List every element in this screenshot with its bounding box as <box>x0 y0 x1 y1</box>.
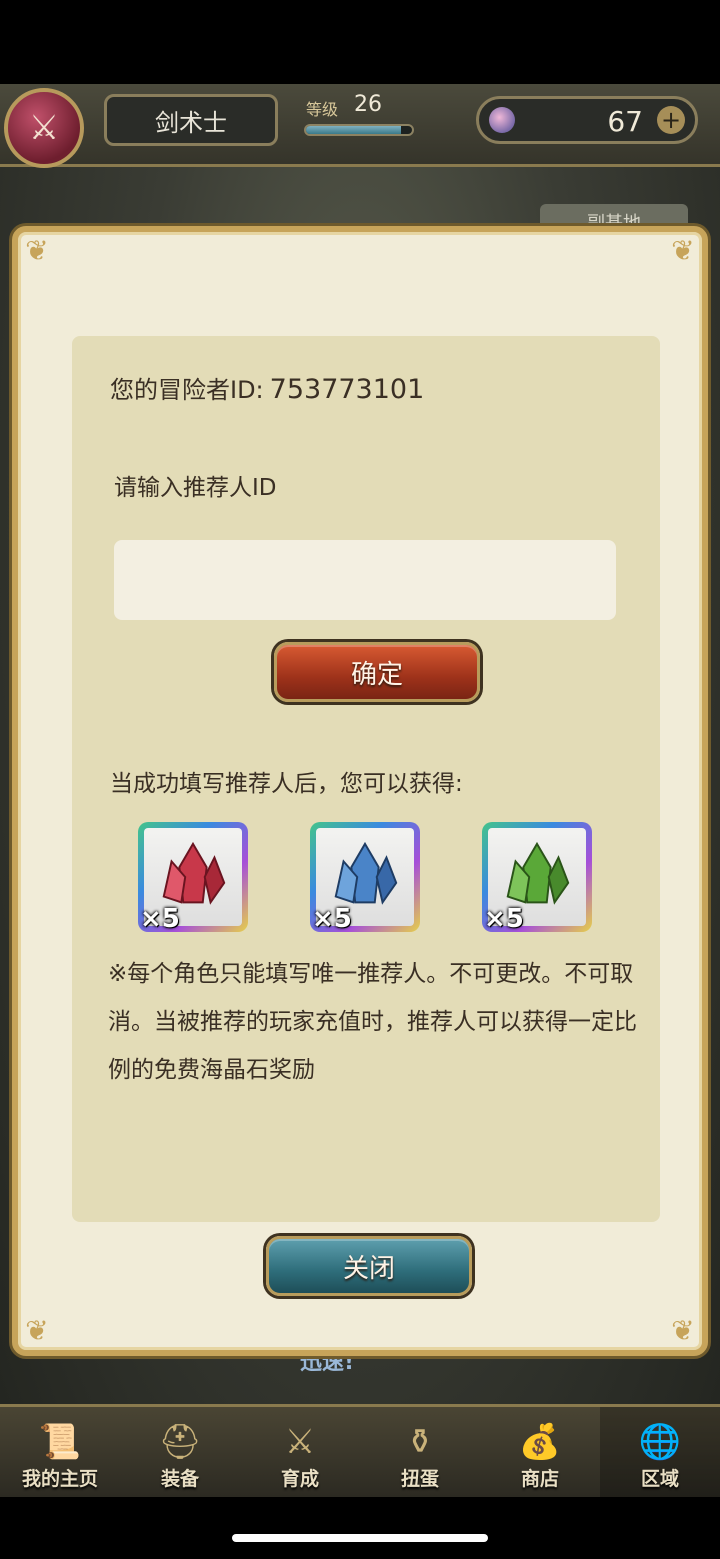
globe-icon: 🌐 <box>638 1422 682 1462</box>
nav-label: 装备 <box>160 1468 199 1490</box>
corner-ornament-icon: ❦ <box>25 1314 49 1347</box>
adventurer-id-line: 您的冒险者ID: 753773101 <box>110 370 424 405</box>
referral-panel: 您的冒险者ID: 753773101 请输入推荐人ID 确定 当成功填写推荐人后，… <box>72 336 660 1222</box>
bottom-navigation: 📜 我的主页 ⛑ 装备 ⚔ 育成 ⚱ 扭蛋 💰 商店 🌐 区域 <box>0 1404 720 1497</box>
corner-ornament-icon: ❦ <box>25 234 49 267</box>
reward-quantity: ×5 <box>312 904 352 934</box>
close-button[interactable]: 关闭 <box>266 1236 472 1296</box>
class-sword-icon[interactable]: ⚔ <box>4 88 84 168</box>
gacha-icon: ⚱ <box>405 1422 435 1462</box>
referrer-id-input[interactable] <box>114 540 616 620</box>
nav-label: 区域 <box>640 1468 679 1490</box>
referral-dialog: ❦ ❦ ❦ ❦ 您的冒险者ID: 753773101 请输入推荐人ID 确定 当成… <box>12 226 708 1356</box>
currency-value: 67 <box>607 105 643 138</box>
nav-label: 扭蛋 <box>400 1468 439 1490</box>
reward-quantity: ×5 <box>140 904 180 934</box>
reward-item: ×5 <box>310 822 420 934</box>
currency-display: 67 + <box>476 96 698 144</box>
level-indicator: 等级 26 <box>292 92 418 146</box>
confirm-button[interactable]: 确定 <box>274 642 480 702</box>
nav-label: 育成 <box>280 1468 319 1490</box>
nav-item-training[interactable]: ⚔ 育成 <box>240 1407 360 1497</box>
referrer-id-label: 请输入推荐人ID <box>114 475 277 501</box>
level-label: 等级 <box>306 100 339 119</box>
corner-ornament-icon: ❦ <box>671 234 695 267</box>
reward-quantity: ×5 <box>484 904 524 934</box>
adventurer-id-value: 753773101 <box>269 374 425 405</box>
nav-item-shop[interactable]: 💰 商店 <box>480 1407 600 1497</box>
scroll-icon: 📜 <box>38 1422 82 1462</box>
level-value: 26 <box>354 92 382 117</box>
nav-item-gacha[interactable]: ⚱ 扭蛋 <box>360 1407 480 1497</box>
helmet-icon: ⛑ <box>158 1422 202 1462</box>
reward-item: ×5 <box>482 822 592 934</box>
nav-label: 我的主页 <box>21 1468 98 1490</box>
nav-item-equipment[interactable]: ⛑ 装备 <box>120 1407 240 1497</box>
class-name: 剑术士 <box>104 94 278 146</box>
add-currency-button[interactable]: + <box>657 106 685 134</box>
shop-icon: 💰 <box>518 1422 562 1462</box>
reward-intro-text: 当成功填写推荐人后，您可以获得: <box>110 771 463 797</box>
adventurer-id-label: 您的冒险者ID: <box>110 376 264 404</box>
corner-ornament-icon: ❦ <box>671 1314 695 1347</box>
home-indicator[interactable] <box>232 1534 488 1542</box>
nav-item-home[interactable]: 📜 我的主页 <box>0 1407 120 1497</box>
level-progress-bar <box>304 124 414 136</box>
level-progress-fill <box>306 126 402 134</box>
nav-label: 商店 <box>520 1468 559 1490</box>
gem-icon <box>489 107 515 133</box>
nav-item-region[interactable]: 🌐 区域 <box>600 1407 720 1497</box>
reward-item: ×5 <box>138 822 248 934</box>
referral-note: ※每个角色只能填写唯一推荐人。不可更改。不可取消。当被推荐的玩家充值时，推荐人可… <box>108 961 637 1083</box>
sword-icon: ⚔ <box>284 1422 316 1462</box>
